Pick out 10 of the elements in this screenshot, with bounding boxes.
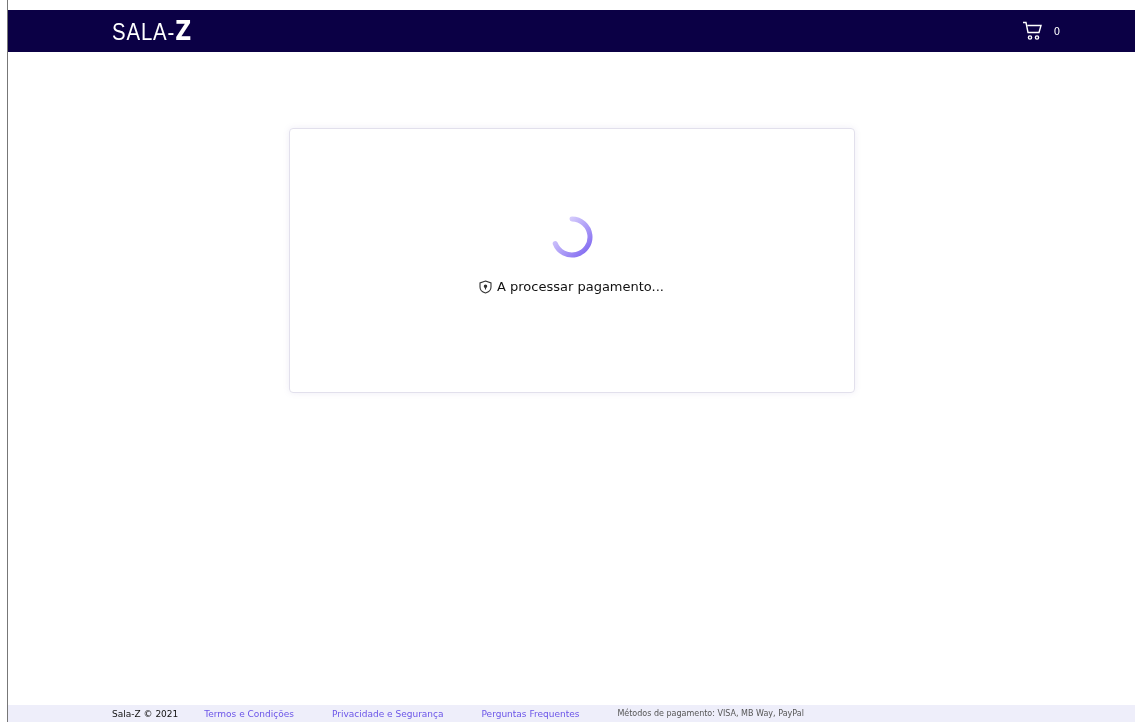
logo[interactable]: SALA-Z bbox=[112, 16, 193, 46]
cart-icon[interactable] bbox=[1021, 21, 1044, 41]
cart-count: 0 bbox=[1053, 25, 1060, 37]
copyright: Sala-Z © 2021 bbox=[112, 708, 179, 719]
footer-link[interactable]: Termos e Condições bbox=[204, 708, 294, 719]
shield-icon bbox=[479, 279, 492, 294]
footer-link[interactable]: Privacidade e Segurança bbox=[331, 708, 444, 719]
footer-link[interactable]: Perguntas Frequentes bbox=[481, 708, 580, 719]
status-message: A processar pagamento... bbox=[497, 279, 664, 294]
payment-methods: Métodos de pagamento: VISA, MB Way, PayPal bbox=[617, 709, 804, 718]
